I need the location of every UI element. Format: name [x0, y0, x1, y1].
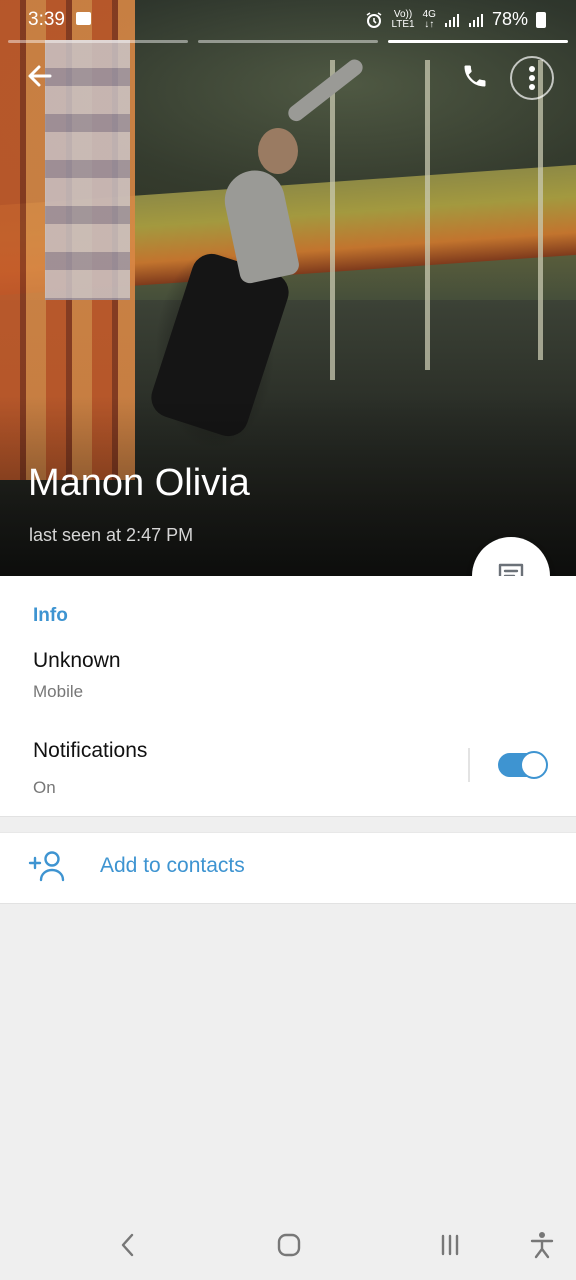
photo-pole: [330, 60, 335, 380]
back-button[interactable]: [20, 56, 60, 96]
photo-pole: [538, 60, 543, 360]
call-button[interactable]: [455, 56, 495, 96]
volte-top: Vo)): [393, 8, 413, 20]
battery-icon: [536, 11, 546, 28]
chevron-left-icon: [121, 1233, 134, 1257]
nav-back-button[interactable]: [108, 1225, 148, 1265]
signal-icon: [444, 13, 459, 27]
person-add-icon: [28, 851, 65, 882]
arrow-left-icon: [28, 65, 52, 87]
home-circle-icon: [277, 1233, 301, 1257]
info-section: Info Unknown Mobile Notifications On: [0, 576, 576, 817]
story-progress: [8, 40, 568, 43]
status-indicators: Vo)) LTE1 4G ↓↑ 78%: [365, 9, 546, 30]
phone-number[interactable]: Unknown: [33, 649, 121, 673]
notifications-state: On: [33, 778, 56, 797]
data-top: 4G: [422, 8, 436, 20]
alarm-icon: [367, 11, 382, 28]
status-bar: 3:39 Vo)) LTE1 4G ↓↑ 78%: [0, 0, 576, 40]
phone-type-label: Mobile: [33, 682, 84, 701]
progress-segment: [8, 40, 188, 43]
notifications-label[interactable]: Notifications: [33, 739, 147, 763]
phone-icon: [464, 65, 486, 87]
battery-percent: 78%: [491, 9, 528, 29]
photo-person-head: [258, 128, 298, 174]
divider: [468, 748, 470, 782]
recents-icon: [441, 1234, 459, 1256]
add-to-contacts-label: Add to contacts: [100, 854, 245, 877]
more-options-button[interactable]: [510, 56, 554, 100]
nav-accessibility-button[interactable]: [522, 1225, 562, 1265]
progress-segment-active: [388, 40, 568, 43]
data-indicator: 4G ↓↑: [422, 8, 436, 30]
more-vertical-icon: [529, 66, 535, 90]
add-to-contacts-row[interactable]: Add to contacts: [0, 832, 576, 904]
photo-pole: [425, 60, 430, 370]
nav-home-button[interactable]: [269, 1225, 309, 1265]
nav-recents-button[interactable]: [430, 1225, 470, 1265]
status-time: 3:39: [28, 9, 65, 30]
info-section-title: Info: [33, 605, 68, 626]
accessibility-icon: [530, 1232, 554, 1259]
volte-bottom: LTE1: [391, 18, 415, 30]
data-bottom: ↓↑: [424, 18, 435, 30]
volte-indicator: Vo)) LTE1: [391, 8, 415, 30]
toggle-knob: [520, 751, 548, 779]
gallery-icon: [76, 12, 91, 25]
system-navigation-bar: [0, 1210, 576, 1280]
last-seen-status: last seen at 2:47 PM: [29, 525, 194, 545]
progress-segment: [198, 40, 378, 43]
contact-name: Manon Olivia: [28, 462, 250, 504]
notifications-toggle[interactable]: [498, 751, 548, 779]
signal-icon: [468, 13, 483, 27]
